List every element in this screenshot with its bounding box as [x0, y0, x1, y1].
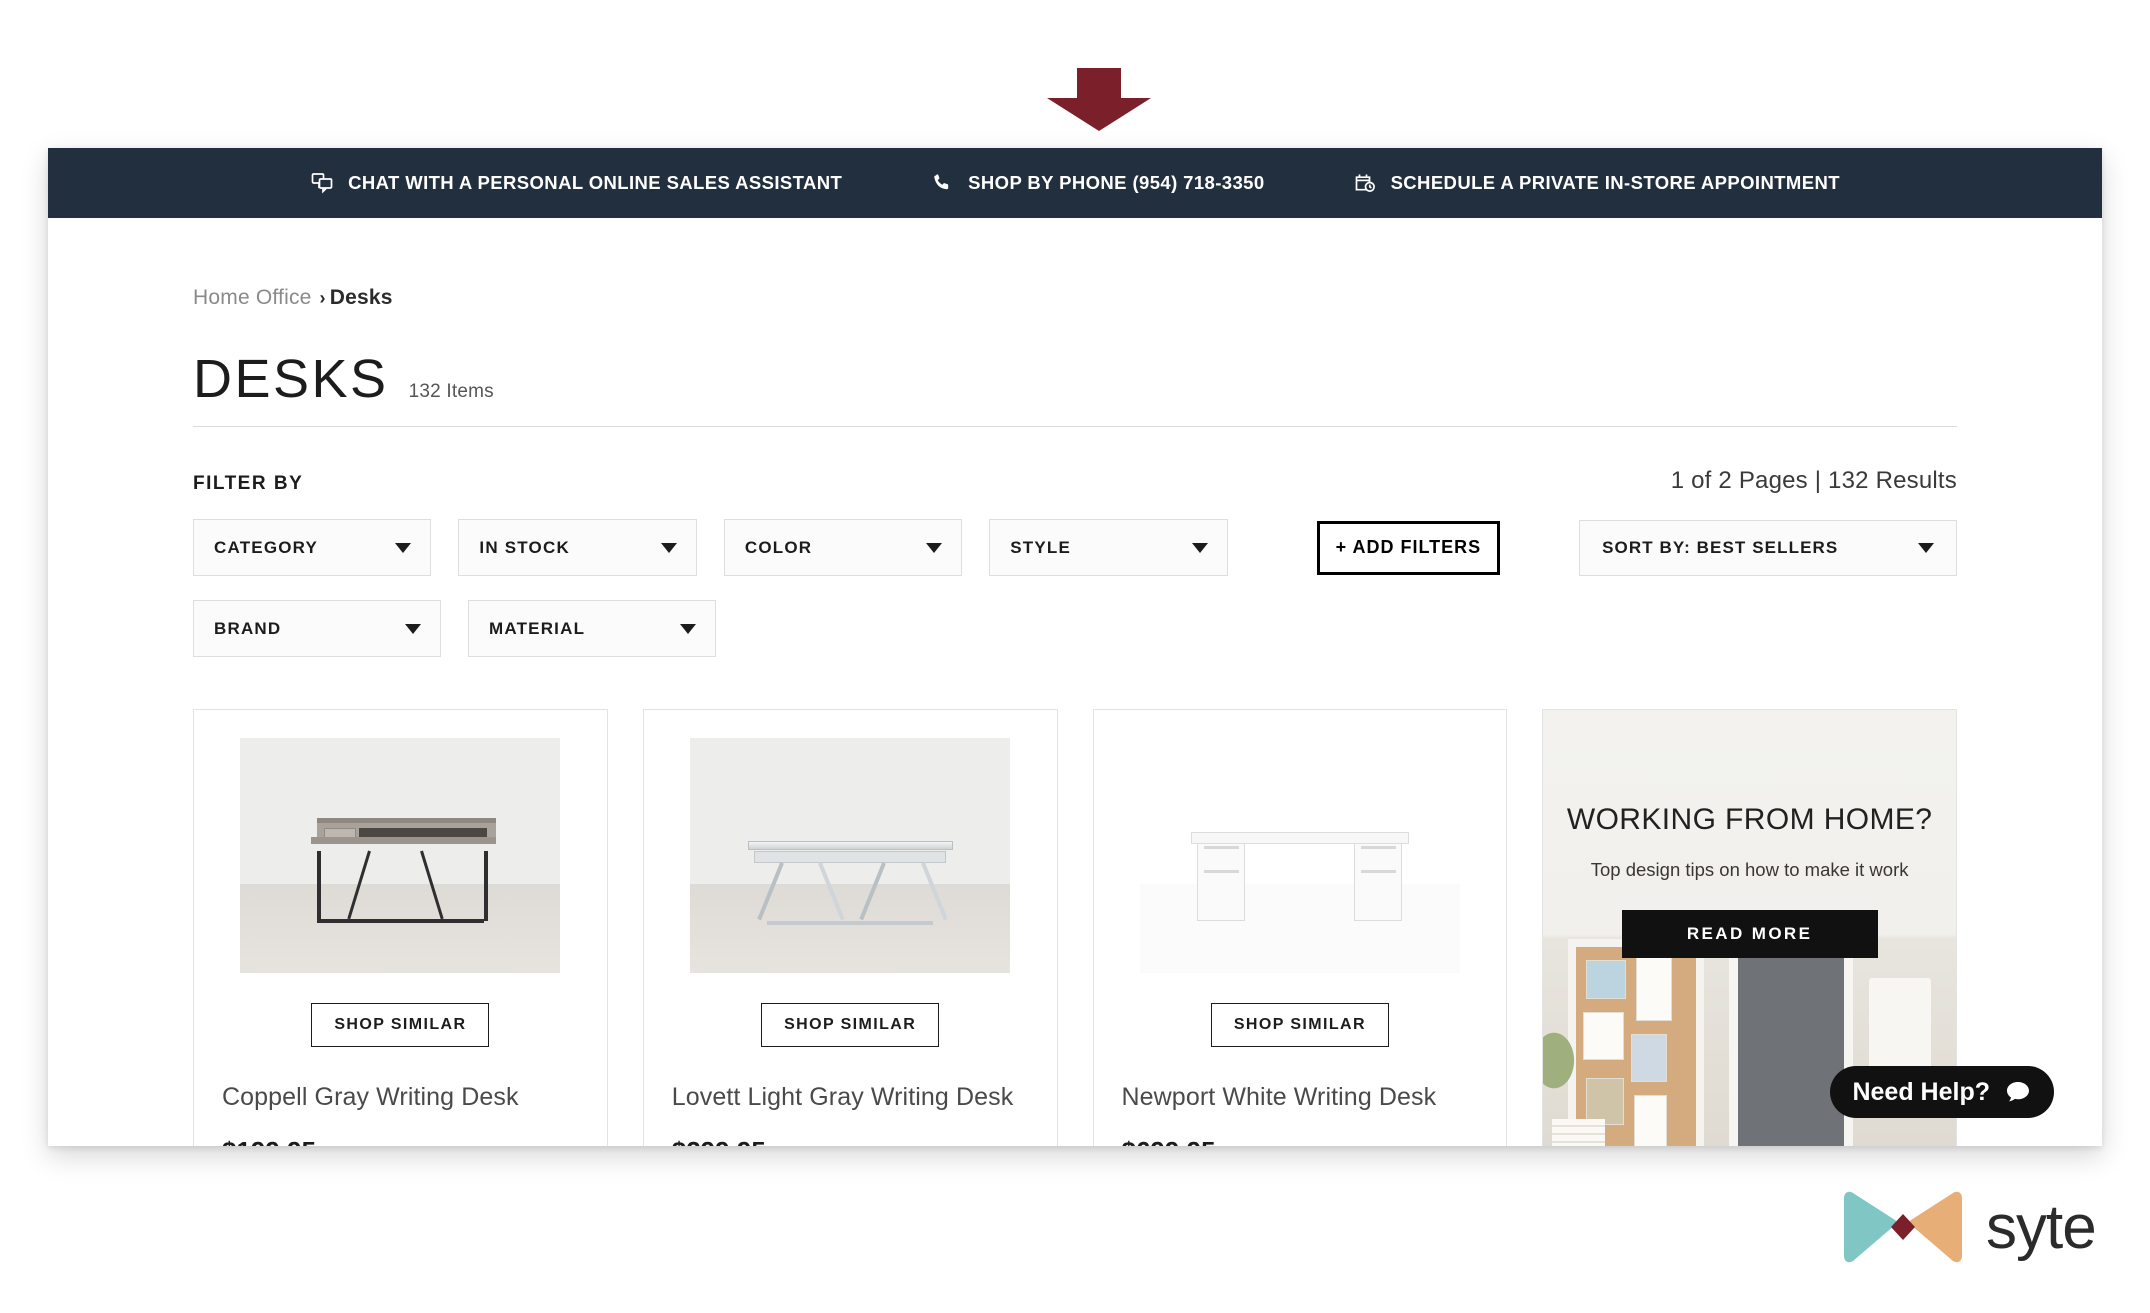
filter-chip-brand-label: BRAND — [214, 618, 282, 638]
product-card[interactable]: SHOP SIMILAR Coppell Gray Writing Desk $… — [193, 709, 608, 1146]
product-price: $699.95 — [1122, 1136, 1216, 1146]
syte-mark-icon — [1838, 1188, 1968, 1266]
promo-subtitle: Top design tips on how to make it work — [1590, 858, 1909, 880]
filters-row-primary: CATEGORY IN STOCK COLOR STYLE + ADD FILT… — [193, 519, 1957, 576]
screenshot-root: CHAT WITH A PERSONAL ONLINE SALES ASSIST… — [0, 0, 2150, 1313]
chevron-down-icon — [395, 542, 412, 553]
syte-logo: syte — [1838, 1188, 2097, 1266]
add-filters-button[interactable]: + ADD FILTERS — [1316, 520, 1501, 575]
utility-item-phone-label: SHOP BY PHONE (954) 718-3350 — [968, 172, 1265, 193]
results-info: 1 of 2 Pages | 132 Results — [1670, 467, 1957, 494]
filter-chip-style-label: STYLE — [1010, 537, 1072, 557]
item-count: 132 Items — [408, 381, 494, 402]
product-price: $299.95 — [672, 1136, 766, 1146]
utility-bar: CHAT WITH A PERSONAL ONLINE SALES ASSIST… — [48, 148, 2102, 218]
sort-by-dropdown[interactable]: SORT BY: BEST SELLERS — [1579, 519, 1957, 576]
product-price: $199.95 — [222, 1136, 316, 1146]
product-image-art — [690, 738, 1011, 973]
sort-by-label: SORT BY: BEST SELLERS — [1602, 537, 1839, 557]
need-help-chat-button[interactable]: Need Help? — [1830, 1066, 2054, 1118]
utility-item-phone[interactable]: SHOP BY PHONE (954) 718-3350 — [930, 171, 1264, 195]
product-image — [690, 738, 1011, 973]
page-title-row: DESKS 132 Items — [193, 352, 1957, 427]
product-image — [1139, 738, 1460, 973]
syte-wordmark: syte — [1986, 1192, 2097, 1262]
chevron-down-icon — [926, 542, 943, 553]
need-help-label: Need Help? — [1852, 1077, 1990, 1106]
filter-by-label: FILTER BY — [193, 473, 304, 494]
filter-chip-brand[interactable]: BRAND — [193, 600, 441, 657]
filter-chip-material[interactable]: MATERIAL — [468, 600, 716, 657]
chevron-down-icon — [1191, 542, 1208, 553]
filter-chip-color-label: COLOR — [744, 537, 813, 557]
speech-bubble-icon — [2004, 1078, 2032, 1106]
filter-chip-style[interactable]: STYLE — [989, 519, 1228, 576]
filter-chip-in-stock-label: IN STOCK — [479, 537, 570, 557]
filter-chip-color[interactable]: COLOR — [723, 519, 963, 576]
breadcrumb-current: Desks — [329, 286, 393, 309]
chevron-down-icon — [660, 542, 677, 553]
product-grid: SHOP SIMILAR Coppell Gray Writing Desk $… — [193, 709, 1957, 1146]
breadcrumb: Home Office › Desks — [193, 218, 1957, 310]
shop-similar-button[interactable]: SHOP SIMILAR — [311, 1003, 490, 1047]
breadcrumb-parent-link[interactable]: Home Office — [193, 286, 312, 310]
plates-art — [1551, 1119, 1606, 1146]
product-name[interactable]: Lovett Light Gray Writing Desk — [672, 1083, 1014, 1112]
shop-similar-button[interactable]: SHOP SIMILAR — [761, 1003, 940, 1047]
down-arrow-icon — [1047, 68, 1151, 131]
read-more-button[interactable]: READ MORE — [1621, 909, 1878, 958]
product-image — [240, 738, 561, 973]
calendar-clock-icon — [1353, 171, 1377, 195]
utility-item-chat-label: CHAT WITH A PERSONAL ONLINE SALES ASSIST… — [348, 172, 843, 193]
chevron-right-icon: › — [319, 287, 326, 308]
filter-chip-category-label: CATEGORY — [214, 537, 319, 557]
page-title: DESKS — [193, 349, 389, 409]
shop-similar-button[interactable]: SHOP SIMILAR — [1210, 1003, 1389, 1047]
chevron-down-icon — [405, 623, 421, 634]
utility-item-appointment-label: SCHEDULE A PRIVATE IN-STORE APPOINTMENT — [1390, 172, 1840, 193]
filter-chip-material-label: MATERIAL — [489, 618, 586, 638]
main-content: Home Office › Desks DESKS 132 Items FILT… — [48, 218, 2102, 1146]
window-art — [1728, 929, 1853, 1146]
filter-header-row: FILTER BY 1 of 2 Pages | 132 Results — [193, 467, 1957, 495]
arrow-shaft — [1077, 68, 1121, 100]
browser-viewport: CHAT WITH A PERSONAL ONLINE SALES ASSIST… — [48, 148, 2102, 1146]
phone-icon — [930, 171, 954, 195]
product-name[interactable]: Newport White Writing Desk — [1122, 1083, 1437, 1112]
product-card[interactable]: SHOP SIMILAR Newport White Writing Desk … — [1092, 709, 1508, 1146]
filter-chip-category[interactable]: CATEGORY — [193, 519, 432, 576]
promo-title: WORKING FROM HOME? — [1566, 802, 1933, 836]
arrow-head — [1047, 98, 1151, 131]
product-card[interactable]: SHOP SIMILAR Lovett Light Gray Writing D… — [642, 709, 1058, 1146]
filter-chip-in-stock[interactable]: IN STOCK — [458, 519, 697, 576]
product-image-art — [1139, 738, 1460, 973]
utility-item-chat[interactable]: CHAT WITH A PERSONAL ONLINE SALES ASSIST… — [310, 171, 842, 195]
chevron-down-icon — [680, 623, 696, 634]
plant-art — [1543, 1011, 1589, 1110]
product-name[interactable]: Coppell Gray Writing Desk — [222, 1083, 519, 1112]
filters-row-secondary: BRAND MATERIAL — [193, 600, 1957, 657]
utility-item-appointment[interactable]: SCHEDULE A PRIVATE IN-STORE APPOINTMENT — [1353, 171, 1840, 195]
product-image-art — [240, 738, 561, 973]
chevron-down-icon — [1917, 542, 1934, 553]
chat-bubbles-icon — [310, 171, 334, 195]
